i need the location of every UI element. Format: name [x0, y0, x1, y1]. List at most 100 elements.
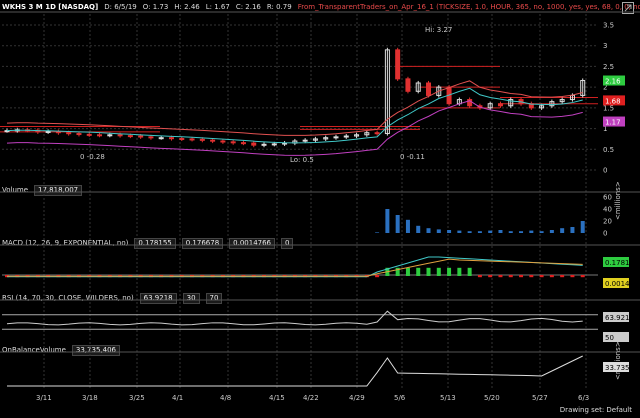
macd-hist-bar	[570, 275, 575, 278]
rsi-plot	[2, 310, 598, 330]
volume-bar	[395, 215, 400, 233]
volume-bar	[385, 209, 390, 233]
candle-body	[261, 143, 267, 146]
candle-body	[497, 103, 503, 107]
candle-body	[343, 135, 349, 138]
price-y-tick: 0.5	[603, 146, 614, 154]
candle-body	[271, 143, 277, 146]
candle-body	[148, 136, 154, 139]
macd-signal	[7, 258, 583, 277]
lower-band	[6, 100, 583, 156]
candle-body	[97, 134, 103, 137]
macd-hist-bar	[477, 275, 482, 278]
volume-y-tick: 40	[603, 206, 612, 214]
candle-body	[251, 142, 257, 146]
x-tick-label: 5/27	[532, 394, 548, 402]
macd-plot	[2, 256, 598, 278]
obv-plot: <millions>	[7, 341, 622, 387]
candle-body	[333, 136, 339, 139]
volume-bar	[529, 230, 534, 233]
candle-body	[127, 135, 133, 138]
x-tick-label: 4/22	[303, 394, 319, 402]
macd-hist-bar	[447, 267, 452, 276]
x-tick-label: 4/1	[172, 394, 184, 402]
price-y-tick: 3	[603, 42, 607, 50]
candle-body	[374, 132, 380, 135]
macd-line	[7, 256, 583, 278]
price-y-tick: 1.5	[603, 104, 614, 112]
candle-body	[199, 138, 205, 141]
macd-hist-bar	[467, 267, 472, 276]
x-tick-label: 4/29	[349, 394, 365, 402]
macd-hist-bar	[519, 275, 524, 278]
volume-bar	[477, 231, 482, 233]
volume-bar	[560, 228, 565, 233]
volume-y-tick: 60	[603, 194, 612, 202]
macd-hist-bar	[416, 267, 421, 276]
macd-tag-label: 0.17816	[605, 259, 634, 267]
volume-bar	[519, 231, 524, 233]
x-tick-label: 5/13	[440, 394, 456, 402]
macd-hist-bar	[405, 267, 410, 276]
price-y-tick: 2.5	[603, 63, 614, 71]
x-tick-label: 3/11	[36, 394, 52, 402]
drawing-set-label[interactable]: Drawing set: Default	[560, 406, 632, 414]
obv-tag-label: 33.7354	[605, 364, 634, 372]
x-tick-label: 6/3	[578, 394, 590, 402]
candle-body	[107, 134, 113, 137]
rsi-tag-label: 50	[605, 334, 614, 342]
x-tick-label: 4/15	[269, 394, 285, 402]
lo-label: Lo: 0.5	[290, 156, 314, 164]
volume-bar	[467, 231, 472, 233]
candle-body	[220, 140, 226, 143]
volume-bar	[436, 229, 441, 233]
volume-unit: <millions>	[614, 181, 622, 220]
candle-body	[230, 141, 236, 144]
volume-bar	[570, 227, 575, 233]
volume-bar	[539, 231, 544, 233]
candle-body	[395, 49, 401, 80]
hi-label: Hi: 3.27	[425, 26, 452, 34]
candle-body	[76, 133, 82, 136]
price-y-tick: 0	[603, 167, 607, 175]
candle-body	[66, 132, 72, 135]
candle-body	[158, 137, 164, 140]
x-tick-label: 3/18	[82, 394, 98, 402]
candle-body	[179, 138, 185, 141]
obv-unit: <millions>	[614, 341, 622, 380]
macd-hist-bar	[529, 275, 534, 278]
macd-hist-bar	[498, 275, 503, 278]
candle-body	[405, 78, 411, 92]
volume-bars: <millions>	[375, 181, 622, 233]
candle-body	[302, 139, 308, 142]
volume-bar	[405, 219, 410, 233]
candle-body	[240, 142, 246, 145]
macd-hist-bar	[457, 267, 462, 276]
volume-y-tick: 0	[603, 230, 607, 238]
volume-bar	[498, 230, 503, 233]
volume-bar	[375, 232, 380, 233]
panel-frames	[0, 11, 640, 353]
signal-label: 0 -0.11	[400, 153, 425, 161]
candle-body	[210, 139, 216, 142]
macd-tag-label: 0.00148	[605, 280, 634, 288]
price-y-tick: 3.5	[603, 22, 614, 30]
macd-hist-bar	[436, 267, 441, 276]
volume-bar	[580, 221, 585, 233]
volume-bar	[508, 231, 513, 233]
x-tick-label: 4/8	[220, 394, 232, 402]
candle-body	[138, 135, 144, 138]
price-tag-label: 1.68	[605, 97, 621, 105]
rsi-line	[6, 310, 583, 326]
x-tick-label: 5/20	[484, 394, 500, 402]
macd-hist-bar	[426, 267, 431, 276]
x-tick-label: 5/6	[394, 394, 406, 402]
chart-surface[interactable]: Hi: 3.27 Lo: 0.5 0 -0.28 0 -0.11 <millions>…	[0, 0, 640, 418]
volume-bar	[426, 228, 431, 233]
volume-bar	[549, 230, 554, 233]
candle-body	[117, 134, 123, 137]
macd-hist-bar	[580, 275, 585, 278]
macd-hist-bar	[375, 275, 380, 278]
candle-body	[86, 133, 92, 136]
macd-hist-bar	[488, 275, 493, 278]
